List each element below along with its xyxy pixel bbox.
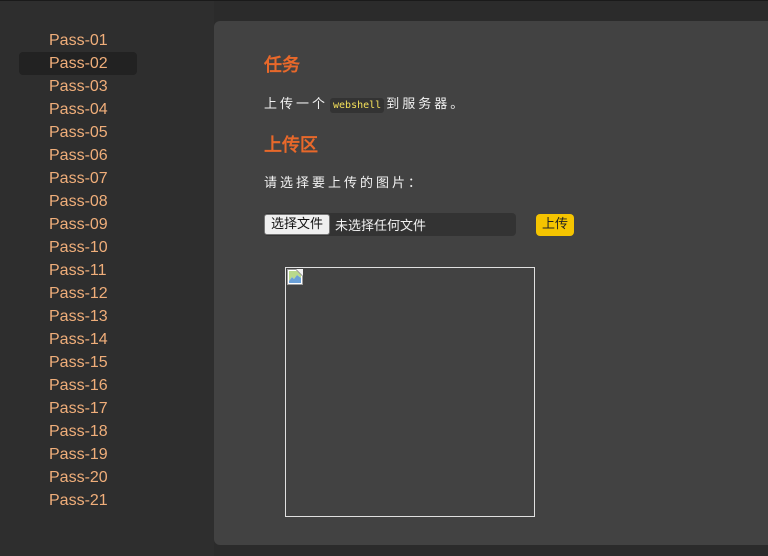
sidebar-item-pass-14[interactable]: Pass-14: [19, 328, 137, 351]
sidebar: Pass-01 Pass-02 Pass-03 Pass-04 Pass-05 …: [0, 1, 214, 556]
file-input[interactable]: 选择文件 未选择任何文件: [264, 213, 516, 236]
sidebar-item-pass-12[interactable]: Pass-12: [19, 282, 137, 305]
upload-heading: 上传区: [264, 135, 318, 156]
file-status-text: 未选择任何文件: [335, 219, 427, 234]
webshell-code: webshell: [330, 98, 385, 113]
sidebar-item-pass-15[interactable]: Pass-15: [19, 351, 137, 374]
sidebar-item-pass-05[interactable]: Pass-05: [19, 121, 137, 144]
sidebar-item-pass-11[interactable]: Pass-11: [19, 259, 137, 282]
sidebar-item-pass-18[interactable]: Pass-18: [19, 420, 137, 443]
image-preview: [285, 267, 535, 517]
choose-file-button[interactable]: 选择文件: [264, 214, 331, 235]
sidebar-item-pass-04[interactable]: Pass-04: [19, 98, 137, 121]
task-heading: 任务: [264, 55, 300, 76]
task-desc-prefix: 上传一个: [264, 97, 329, 112]
sidebar-item-pass-01[interactable]: Pass-01: [19, 29, 137, 52]
sidebar-item-pass-09[interactable]: Pass-09: [19, 213, 137, 236]
sidebar-item-pass-20[interactable]: Pass-20: [19, 466, 137, 489]
sidebar-item-pass-13[interactable]: Pass-13: [19, 305, 137, 328]
task-description: 上传一个 webshell 到服务器。: [264, 93, 467, 113]
sidebar-item-pass-16[interactable]: Pass-16: [19, 374, 137, 397]
task-desc-suffix: 到服务器。: [386, 97, 467, 112]
sidebar-item-pass-03[interactable]: Pass-03: [19, 75, 137, 98]
sidebar-item-pass-06[interactable]: Pass-06: [19, 144, 137, 167]
sidebar-item-pass-02[interactable]: Pass-02: [19, 52, 137, 75]
upload-button[interactable]: 上传: [536, 214, 575, 236]
sidebar-item-pass-08[interactable]: Pass-08: [19, 190, 137, 213]
choose-image-label: 请选择要上传的图片：: [264, 176, 425, 191]
sidebar-list: Pass-01 Pass-02 Pass-03 Pass-04 Pass-05 …: [19, 29, 137, 512]
sidebar-item-pass-17[interactable]: Pass-17: [19, 397, 137, 420]
broken-image-icon: [287, 269, 303, 285]
sidebar-item-pass-10[interactable]: Pass-10: [19, 236, 137, 259]
sidebar-item-pass-21[interactable]: Pass-21: [19, 489, 137, 512]
main-panel: 任务 上传一个 webshell 到服务器。 上传区 请选择要上传的图片： 选择文件…: [214, 21, 768, 545]
sidebar-item-pass-07[interactable]: Pass-07: [19, 167, 137, 190]
sidebar-item-pass-19[interactable]: Pass-19: [19, 443, 137, 466]
